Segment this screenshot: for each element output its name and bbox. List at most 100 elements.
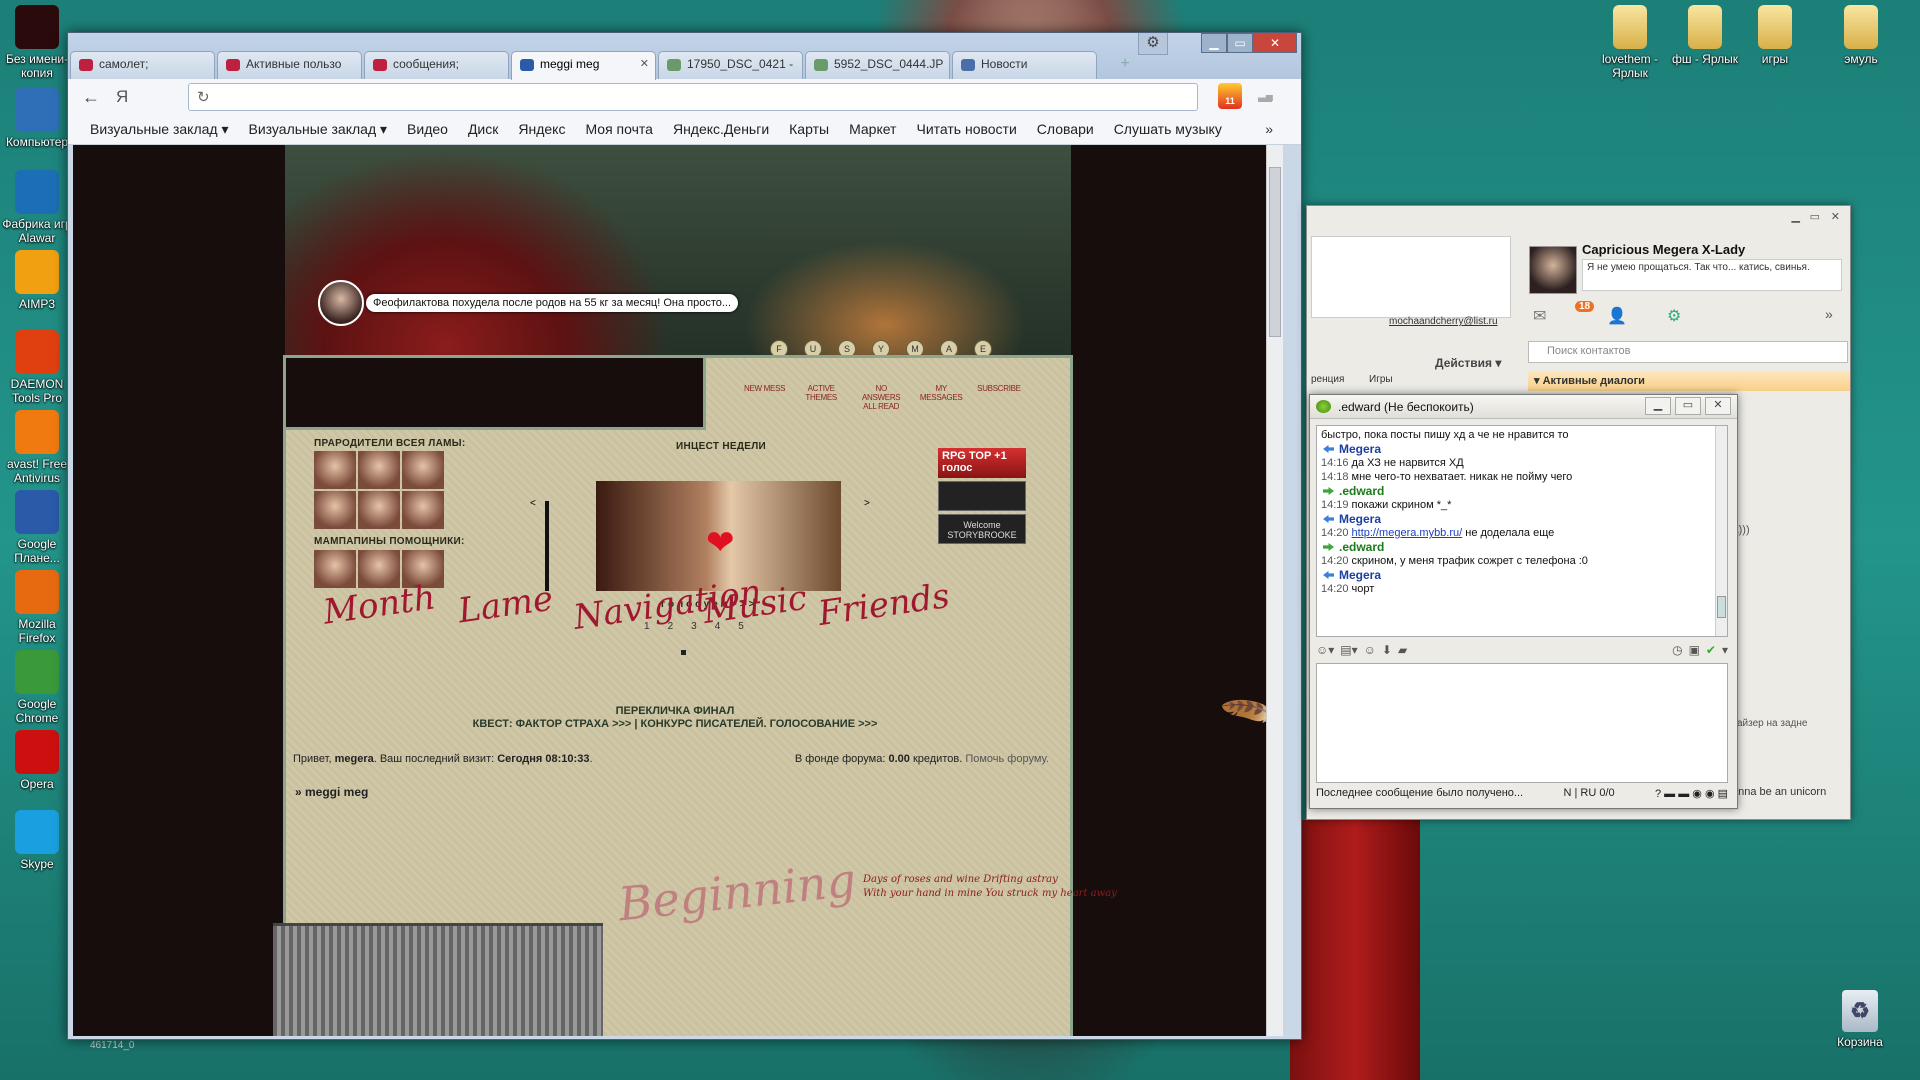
- quick-link[interactable]: NEW MESS: [744, 384, 785, 411]
- minimize-button[interactable]: ▁: [1792, 210, 1800, 223]
- avatar[interactable]: [402, 451, 444, 489]
- browser-tab[interactable]: Активные пользо: [217, 51, 362, 79]
- minimize-button[interactable]: ▁: [1201, 33, 1227, 53]
- scrollbar-thumb[interactable]: [1717, 596, 1726, 618]
- bookmark-link[interactable]: Карты: [789, 121, 829, 138]
- avatar[interactable]: [1529, 246, 1577, 294]
- browser-tab[interactable]: 5952_DSC_0444.JP: [805, 51, 950, 79]
- avatar[interactable]: [358, 491, 400, 529]
- avatar[interactable]: [358, 451, 400, 489]
- breadcrumb[interactable]: » meggi meg: [295, 785, 368, 799]
- help-forum-link[interactable]: Помочь форуму.: [965, 753, 1049, 765]
- banner-dark[interactable]: [938, 481, 1026, 511]
- message-input[interactable]: [1316, 663, 1728, 783]
- desktop-icon[interactable]: игры: [1738, 5, 1812, 66]
- status-message[interactable]: Я не умею прощаться. Так что... катись, …: [1582, 259, 1842, 291]
- browser-tab[interactable]: 17950_DSC_0421 -: [658, 51, 803, 79]
- bookmark-link[interactable]: Диск: [468, 121, 498, 138]
- maximize-button[interactable]: ▭: [1227, 33, 1253, 53]
- desktop-icon[interactable]: эмуль: [1824, 5, 1898, 66]
- maximize-button[interactable]: ▭: [1675, 397, 1701, 415]
- desktop-icon[interactable]: Mozilla Firefox: [0, 570, 74, 645]
- quick-link[interactable]: SUBSCRIBE: [977, 384, 1021, 411]
- history-icon[interactable]: ◷: [1672, 643, 1682, 657]
- bookmark-link[interactable]: Яндекс: [518, 121, 565, 138]
- desktop-icon[interactable]: Opera: [0, 730, 74, 791]
- mail-icon[interactable]: ✉: [1533, 306, 1546, 326]
- browser-tab[interactable]: meggi meg ✕: [511, 51, 656, 80]
- desktop-icon[interactable]: Без имени-копия: [0, 5, 74, 80]
- new-tab-button[interactable]: +: [1114, 55, 1136, 73]
- close-button[interactable]: ✕: [1253, 33, 1297, 53]
- emoji-status-icon[interactable]: ☺▾: [1316, 643, 1334, 657]
- account-email[interactable]: mochaandcherry@list.ru: [1389, 316, 1498, 327]
- bookmark-link[interactable]: Слушать музыку: [1114, 121, 1222, 138]
- close-tab-icon[interactable]: ✕: [640, 57, 649, 70]
- bookmark-link[interactable]: Маркет: [849, 121, 896, 138]
- contact-search-input[interactable]: Поиск контактов: [1528, 341, 1848, 363]
- roll-call-link[interactable]: ПЕРЕКЛИЧКА ФИНАЛ: [285, 705, 1065, 718]
- browser-tab[interactable]: самолет;: [70, 51, 215, 79]
- chevron-down-icon[interactable]: ▾: [1722, 643, 1728, 657]
- minimize-button[interactable]: ▁: [1645, 397, 1671, 415]
- scrollbar-thumb[interactable]: [1269, 167, 1281, 337]
- desktop-icon[interactable]: Skype: [0, 810, 74, 871]
- tab-games[interactable]: Игры: [1369, 374, 1393, 385]
- settings-gear-icon[interactable]: ⚙: [1138, 33, 1168, 55]
- send-check-icon[interactable]: ✔: [1706, 643, 1716, 657]
- desktop-icon[interactable]: Фабрика игр Alawar: [0, 170, 74, 245]
- browser-tab[interactable]: сообщения;: [364, 51, 509, 79]
- actions-menu[interactable]: Действия ▾: [1435, 356, 1501, 370]
- reload-icon[interactable]: ↻: [197, 88, 210, 106]
- close-button[interactable]: ✕: [1705, 397, 1731, 415]
- maximize-button[interactable]: ▭: [1810, 210, 1820, 223]
- folder-icon[interactable]: ▰: [1398, 643, 1407, 657]
- quick-link[interactable]: MY MESSAGES: [917, 384, 965, 411]
- bookmark-link[interactable]: Читать новости: [916, 121, 1016, 138]
- desktop-icon[interactable]: Google Chrome: [0, 650, 74, 725]
- username[interactable]: megera: [335, 753, 374, 765]
- active-dialogs-header[interactable]: ▾ Активные диалоги: [1528, 371, 1850, 391]
- avatar[interactable]: [314, 550, 356, 588]
- storybrooke-banner[interactable]: Welcome STORYBROOKE: [938, 514, 1026, 544]
- bookmark-link[interactable]: Визуальные заклад ▾: [90, 121, 229, 138]
- quick-link[interactable]: NO ANSWERS ALL READ: [857, 384, 905, 411]
- close-button[interactable]: ✕: [1831, 210, 1840, 223]
- desktop-icon[interactable]: фш - Ярлык: [1668, 5, 1742, 66]
- back-button[interactable]: ←: [82, 87, 100, 108]
- rpg-top-banner[interactable]: RPG TOP +1 голос: [938, 448, 1026, 478]
- bookmark-link[interactable]: Визуальные заклад ▾: [249, 121, 388, 138]
- avatar[interactable]: [314, 491, 356, 529]
- info-icon[interactable]: ▣: [1689, 643, 1700, 657]
- news-bubble[interactable]: Феофилактова похудела после родов на 55 …: [318, 280, 739, 326]
- browser-tab[interactable]: Новости: [952, 51, 1097, 79]
- next-arrow[interactable]: >: [864, 498, 870, 509]
- more-icon[interactable]: »: [1825, 306, 1833, 322]
- message-log[interactable]: быстро, пока посты пишу хд а че не нрави…: [1316, 425, 1728, 637]
- quest-link[interactable]: КВЕСТ: ФАКТОР СТРАХА >>> | КОНКУРС ПИСАТ…: [285, 718, 1065, 731]
- page-number[interactable]: 3: [691, 621, 697, 632]
- message-link[interactable]: http://megera.mybb.ru/: [1352, 527, 1463, 539]
- tools-icon[interactable]: ⚙: [1667, 306, 1681, 326]
- prev-arrow[interactable]: <: [530, 498, 536, 509]
- desktop-icon[interactable]: Google Плане...: [0, 490, 74, 565]
- bookmark-link[interactable]: Словари: [1037, 121, 1094, 138]
- vertical-scrollbar[interactable]: [1266, 145, 1283, 1036]
- tab-conference[interactable]: ренция: [1311, 374, 1344, 385]
- desktop-icon[interactable]: AIMP3: [0, 250, 74, 311]
- bookmark-link[interactable]: Видео: [407, 121, 448, 138]
- desktop-icon[interactable]: Компьютер: [0, 88, 74, 149]
- bookmark-link[interactable]: Моя почта: [585, 121, 652, 138]
- more-bookmarks-button[interactable]: »: [1265, 121, 1273, 137]
- add-contact-icon[interactable]: 👤: [1607, 306, 1627, 326]
- download-icon[interactable]: ⬇: [1382, 643, 1392, 657]
- address-bar[interactable]: ↻: [188, 83, 1198, 111]
- card-icon[interactable]: ▤▾: [1340, 643, 1357, 657]
- desktop-icon[interactable]: DAEMON Tools Pro: [0, 330, 74, 405]
- recycle-bin[interactable]: ♻ Корзина: [1823, 990, 1897, 1049]
- bookmark-link[interactable]: Яндекс.Деньги: [673, 121, 769, 138]
- log-scrollbar[interactable]: [1715, 426, 1727, 636]
- avatar[interactable]: [314, 451, 356, 489]
- yandex-button[interactable]: Я: [116, 87, 128, 107]
- quick-link[interactable]: ACTIVE THEMES: [797, 384, 845, 411]
